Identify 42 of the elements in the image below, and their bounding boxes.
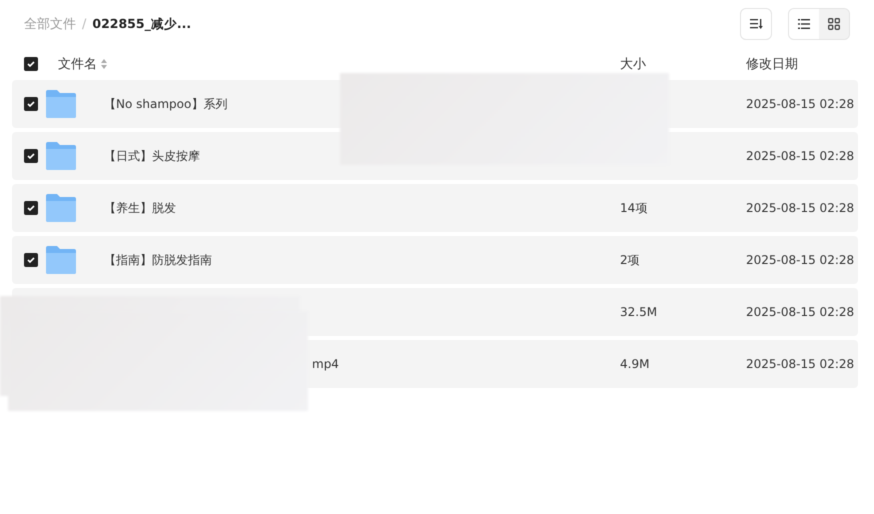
file-size: 2项 [620, 252, 641, 268]
checkbox[interactable] [24, 97, 38, 111]
breadcrumb-item: 022855_减少... [92, 16, 192, 32]
file-row[interactable]: 【指南】防脱发指南 2项 2025-08-15 02:28 [12, 236, 858, 284]
checkmark-icon [27, 100, 35, 108]
modified-date: 2025-08-15 02:28 [746, 305, 856, 319]
column-header[interactable]: 文件名 [58, 55, 97, 73]
breadcrumb-separator: / [82, 16, 86, 32]
file-name: 【No shampoo】系列 [103, 96, 228, 112]
modified-date: 2025-08-15 02:28 [746, 97, 856, 111]
folder-icon [46, 246, 76, 274]
folder-icon [46, 194, 76, 222]
checkbox[interactable] [24, 149, 38, 163]
file-size: 4.9M [620, 357, 650, 371]
modified-date: 2025-08-15 02:28 [746, 357, 856, 371]
modified-date: 2025-08-15 02:28 [746, 253, 856, 267]
checkmark-icon [27, 60, 35, 68]
file-size: 32.5M [620, 305, 658, 319]
checkmark-icon [27, 204, 35, 212]
file-name: mp4 [311, 357, 340, 371]
modified-date: 2025-08-15 02:28 [746, 149, 856, 163]
checkbox[interactable] [24, 253, 38, 267]
folder-icon [46, 90, 76, 118]
file-row[interactable]: 【养生】脱发 14项 2025-08-15 02:28 [12, 184, 858, 232]
checkmark-icon [27, 256, 35, 264]
checkbox[interactable] [24, 57, 38, 71]
file-name: 【养生】脱发 [103, 200, 177, 216]
file-size: 14项 [620, 200, 648, 216]
file-name: 【指南】防脱发指南 [103, 252, 213, 268]
checkmark-icon [27, 152, 35, 160]
folder-icon [46, 142, 76, 170]
file-name: 【日式】头皮按摩 [103, 148, 201, 164]
list-view-icon [798, 19, 810, 29]
column-header: 修改日期 [746, 56, 798, 73]
modified-date: 2025-08-15 02:28 [746, 201, 856, 215]
sort-button[interactable] [740, 8, 772, 40]
list-view-button[interactable] [789, 9, 819, 39]
checkbox[interactable] [24, 201, 38, 215]
column-header: 大小 [620, 56, 646, 73]
sort-arrows-icon [101, 59, 107, 69]
grid-view-icon [828, 18, 840, 30]
sort-icon [750, 19, 762, 29]
